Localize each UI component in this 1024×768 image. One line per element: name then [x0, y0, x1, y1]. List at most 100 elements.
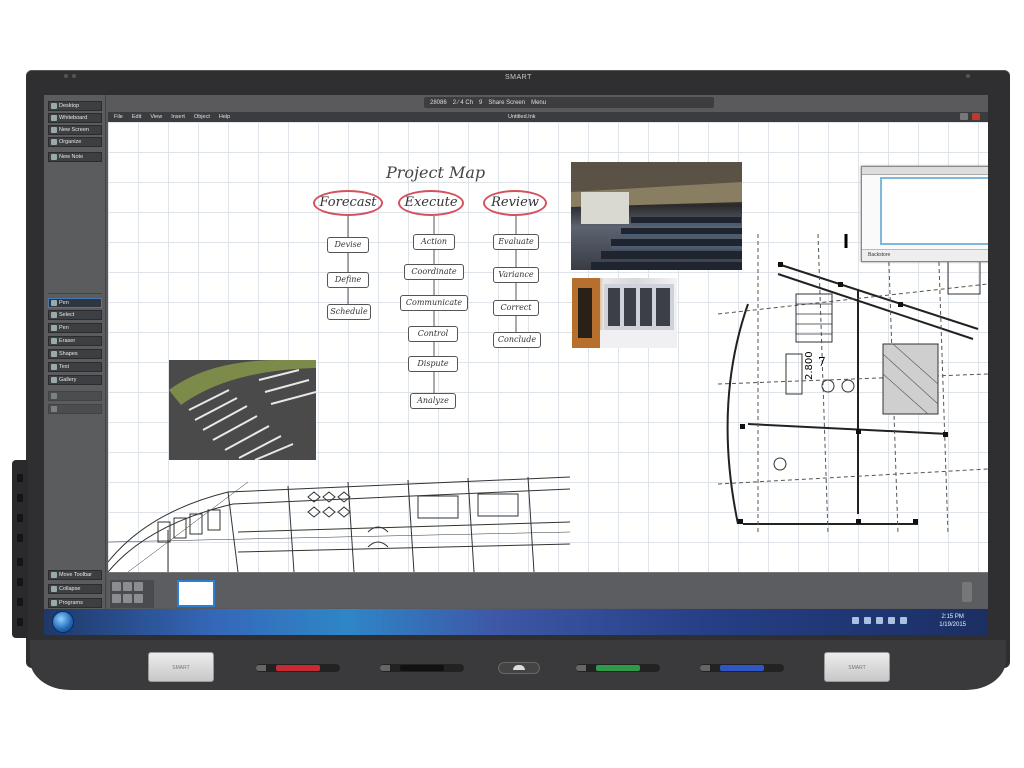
tray-icon[interactable]	[852, 617, 859, 624]
sidebar-item-desktop[interactable]: Desktop	[48, 101, 102, 111]
menu-view[interactable]: View	[150, 114, 162, 120]
sidebar-item-programs[interactable]: Programs	[48, 598, 102, 608]
screen-icon[interactable]	[134, 594, 143, 603]
menu-file[interactable]: File	[114, 114, 123, 120]
sidebar-tool-select[interactable]: Select	[48, 310, 102, 320]
sorter-scroll-arrow[interactable]	[962, 582, 972, 602]
tray-icon[interactable]	[876, 617, 883, 624]
green-pen[interactable]	[576, 664, 660, 672]
pen-type-icon	[51, 325, 57, 331]
notebook-window: File Edit View Insert Object Help Untitl…	[108, 112, 988, 572]
plan-dimension: 2.800	[804, 351, 815, 380]
sidebar-tool-shapes[interactable]: Shapes	[48, 349, 102, 359]
hallway-photo[interactable]	[572, 278, 677, 348]
share-screen-button[interactable]: Share Screen	[488, 100, 525, 106]
redo-icon[interactable]	[123, 582, 132, 591]
side-ports	[12, 460, 28, 638]
toolbar-item[interactable]: 9	[479, 100, 482, 106]
whiteboard-canvas[interactable]: Project Map Forecast Devise Define Sched…	[108, 122, 988, 572]
sidebar-item-organize[interactable]: Organize	[48, 137, 102, 147]
programs-icon	[51, 600, 57, 606]
menu-button[interactable]: Menu	[531, 100, 546, 106]
toolbar-item[interactable]: 2 ⁄ 4 Ch	[453, 100, 473, 106]
pen-icon	[51, 300, 57, 306]
whiteboard-icon	[51, 115, 57, 121]
tray-right-button[interactable]: SMART	[824, 652, 890, 682]
menu-bar: File Edit View Insert Object Help Untitl…	[108, 112, 988, 122]
window-title: Untitled.Ink	[508, 114, 536, 120]
sensor-dot	[966, 74, 970, 78]
mini-window-footer: Backstore	[862, 249, 988, 261]
text-icon	[51, 364, 57, 370]
taskbar-clock[interactable]: 2:15 PM 1/19/2015	[939, 613, 966, 629]
brand-logo: SMART	[505, 74, 532, 81]
shapes-icon	[51, 351, 57, 357]
auditorium-photo[interactable]	[571, 162, 742, 270]
sidebar-item-new-screen[interactable]: New Screen	[48, 125, 102, 135]
collapse-icon	[51, 586, 57, 592]
page-sorter	[108, 572, 988, 608]
clock-time: 2:15 PM	[941, 614, 964, 620]
red-pen[interactable]	[256, 664, 340, 672]
menu-edit[interactable]: Edit	[132, 114, 141, 120]
new-screen-icon	[51, 127, 57, 133]
tray-icon[interactable]	[864, 617, 871, 624]
screen-preview	[880, 177, 988, 245]
parking-lot-photo[interactable]	[169, 360, 316, 460]
smart-board-device: SMART SMART SMART Desktop Whiteboard New…	[0, 0, 1024, 768]
volume-icon[interactable]	[888, 617, 895, 624]
sidebar-tool-disabled	[48, 391, 102, 401]
menu-help[interactable]: Help	[219, 114, 230, 120]
sorter-tools	[110, 580, 154, 608]
undo-icon[interactable]	[112, 582, 121, 591]
sidebar-item-new-note[interactable]: New Note	[48, 152, 102, 162]
toolbar-item[interactable]: 28086	[430, 100, 447, 106]
sidebar-divider	[48, 293, 102, 294]
system-tray	[852, 617, 907, 624]
minimize-button[interactable]	[960, 113, 968, 120]
black-pen[interactable]	[380, 664, 464, 672]
mini-window-titlebar[interactable]	[862, 167, 988, 175]
sidebar-item-collapse[interactable]: Collapse	[48, 584, 102, 594]
smart-sidebar: Desktop Whiteboard New Screen Organize N…	[44, 95, 106, 635]
start-button[interactable]	[52, 611, 74, 633]
eraser-tool[interactable]	[498, 662, 540, 674]
sidebar-tool-gallery[interactable]: Gallery	[48, 375, 102, 385]
floating-toolbar: 28086 2 ⁄ 4 Ch 9 Share Screen Menu	[424, 97, 714, 108]
select-icon	[51, 312, 57, 318]
desktop-icon	[51, 103, 57, 109]
clock-date: 1/19/2015	[939, 622, 966, 628]
gallery-icon	[51, 377, 57, 383]
undo-icon	[51, 393, 57, 399]
sidebar-tool-pen-type[interactable]: Pen	[48, 323, 102, 333]
windows-taskbar	[44, 609, 988, 635]
sensor-dot	[64, 74, 68, 78]
pen-icon[interactable]	[123, 594, 132, 603]
delete-icon[interactable]	[134, 582, 143, 591]
floor-plan-lower[interactable]	[108, 472, 570, 572]
plan-room-number: 7	[818, 355, 826, 369]
floor-plan-right[interactable]: 2.800 7 C	[718, 234, 988, 534]
network-icon[interactable]	[900, 617, 907, 624]
sidebar-tool-eraser[interactable]: Eraser	[48, 336, 102, 346]
sidebar-tool-pen[interactable]: Pen	[48, 298, 102, 308]
screen-capture-window[interactable]: Backstore	[861, 166, 988, 262]
tray-left-button[interactable]: SMART	[148, 652, 214, 682]
page-thumbnail[interactable]	[177, 580, 215, 607]
eraser-icon	[51, 338, 57, 344]
sidebar-item-whiteboard[interactable]: Whiteboard	[48, 113, 102, 123]
add-page-icon[interactable]	[112, 594, 121, 603]
note-icon	[51, 154, 57, 160]
menu-object[interactable]: Object	[194, 114, 210, 120]
sidebar-tool-text[interactable]: Text	[48, 362, 102, 372]
blue-pen[interactable]	[700, 664, 784, 672]
organize-icon	[51, 139, 57, 145]
redo-icon	[51, 406, 57, 412]
sidebar-tool-disabled	[48, 404, 102, 414]
menu-insert[interactable]: Insert	[171, 114, 185, 120]
move-icon	[51, 572, 57, 578]
display-screen: Desktop Whiteboard New Screen Organize N…	[44, 95, 988, 635]
sidebar-item-move-toolbar[interactable]: Move Toolbar	[48, 570, 102, 580]
sensor-dot	[72, 74, 76, 78]
close-button[interactable]	[972, 113, 980, 120]
